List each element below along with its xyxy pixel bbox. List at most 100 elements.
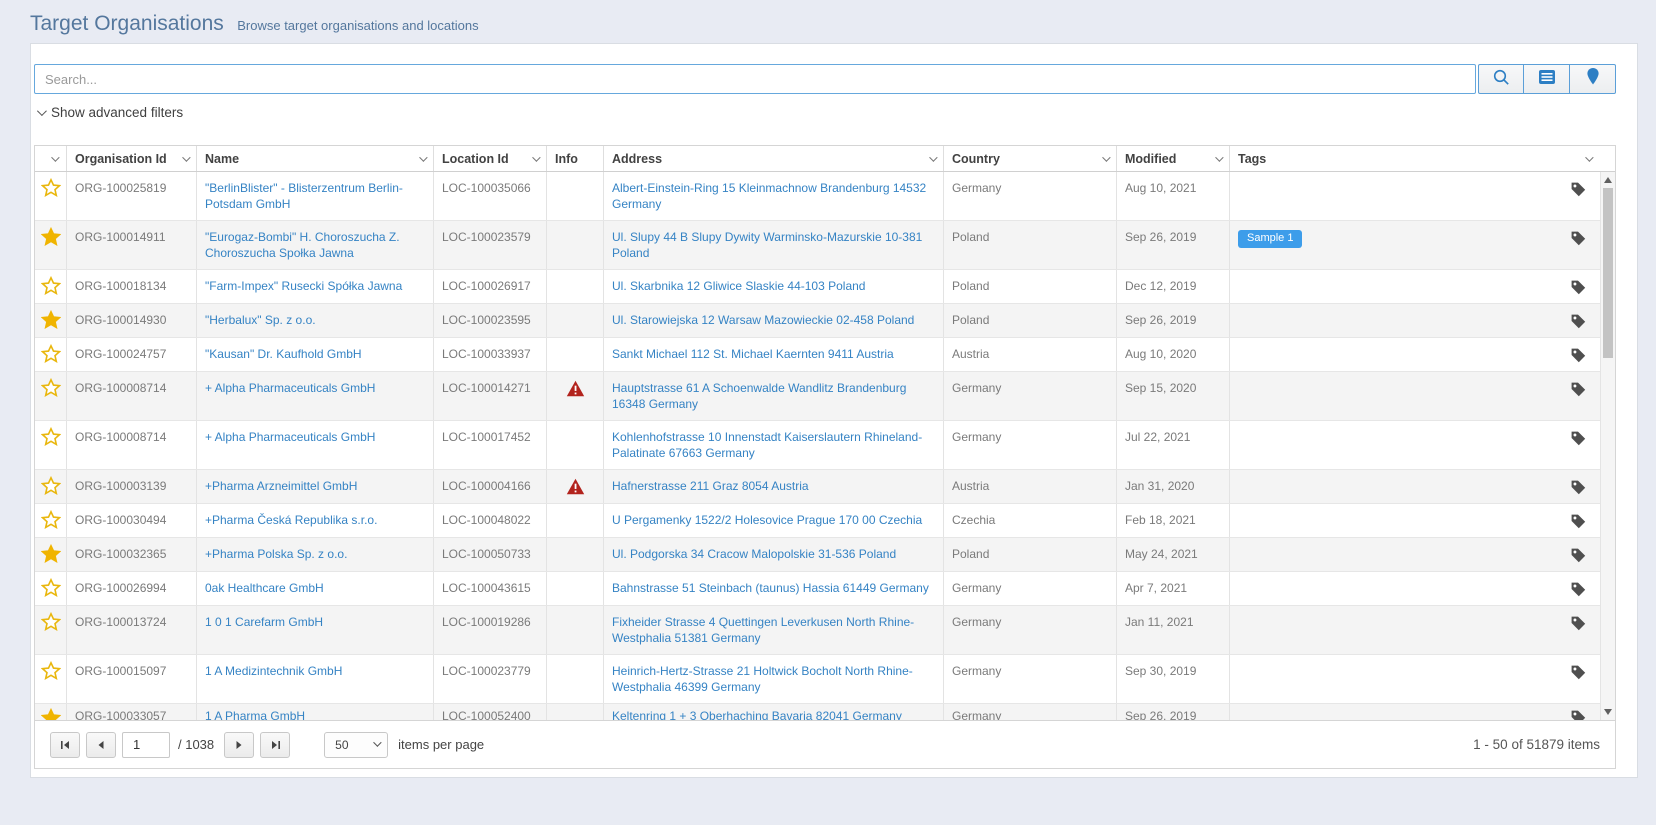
address-link[interactable]: Keltenring 1 + 3 Oberhaching Bavaria 820… <box>612 709 902 720</box>
table-row[interactable]: ORG-100008714 + Alpha Pharmaceuticals Gm… <box>35 421 1600 470</box>
column-header-organisation-id[interactable]: Organisation Id <box>67 146 197 171</box>
favorite-star-icon[interactable] <box>41 427 61 446</box>
address-link[interactable]: Fixheider Strasse 4 Quettingen Leverkuse… <box>612 615 914 645</box>
table-row[interactable]: ORG-100003139 +Pharma Arzneimittel GmbH … <box>35 470 1600 504</box>
favorite-star-icon[interactable] <box>41 178 61 197</box>
table-row[interactable]: ORG-100008714 + Alpha Pharmaceuticals Gm… <box>35 372 1600 421</box>
table-row[interactable]: ORG-100032365 +Pharma Polska Sp. z o.o. … <box>35 538 1600 572</box>
column-menu-icon[interactable] <box>51 153 59 161</box>
tag-icon[interactable] <box>1570 513 1586 529</box>
tag-icon[interactable] <box>1570 381 1586 397</box>
vertical-scrollbar[interactable] <box>1600 172 1615 720</box>
address-link[interactable]: Albert-Einstein-Ring 15 Kleinmachnow Bra… <box>612 181 926 211</box>
tag-icon[interactable] <box>1570 664 1586 680</box>
table-view-button[interactable] <box>1524 64 1570 94</box>
page-number-input[interactable] <box>122 732 170 758</box>
search-input[interactable] <box>34 64 1476 94</box>
column-menu-icon[interactable] <box>419 153 427 161</box>
tag-icon[interactable] <box>1570 347 1586 363</box>
tag-icon[interactable] <box>1570 581 1586 597</box>
organisation-name-link[interactable]: "Kausan" Dr. Kaufhold GmbH <box>205 347 362 361</box>
column-menu-icon[interactable] <box>929 153 937 161</box>
table-row[interactable]: ORG-100018134 "Farm-Impex" Rusecki Spółk… <box>35 270 1600 304</box>
column-header-location-id[interactable]: Location Id <box>434 146 547 171</box>
favorite-star-icon[interactable] <box>41 310 61 329</box>
favorite-star-icon[interactable] <box>41 612 61 631</box>
next-page-button[interactable] <box>224 732 254 758</box>
organisation-name-link[interactable]: 1 0 1 Carefarm GmbH <box>205 615 323 629</box>
column-header-address[interactable]: Address <box>604 146 944 171</box>
favorite-star-icon[interactable] <box>41 578 61 597</box>
favorite-star-icon[interactable] <box>41 510 61 529</box>
first-page-button[interactable] <box>50 732 80 758</box>
address-link[interactable]: Ul. Podgorska 34 Cracow Malopolskie 31-5… <box>612 547 896 561</box>
organisation-name-link[interactable]: "Farm-Impex" Rusecki Spółka Jawna <box>205 279 402 293</box>
table-row[interactable]: ORG-100014930 "Herbalux" Sp. z o.o. LOC-… <box>35 304 1600 338</box>
address-link[interactable]: Ul. Slupy 44 B Slupy Dywity Warminsko-Ma… <box>612 230 922 260</box>
favorite-star-icon[interactable] <box>41 378 61 397</box>
tag-icon[interactable] <box>1570 313 1586 329</box>
last-page-button[interactable] <box>260 732 290 758</box>
page-size-select[interactable]: 50 <box>324 732 388 758</box>
table-row[interactable]: ORG-100014911 "Eurogaz-Bombi" H. Chorosz… <box>35 221 1600 270</box>
address-link[interactable]: Kohlenhofstrasse 10 Innenstadt Kaisersla… <box>612 430 922 460</box>
address-link[interactable]: Hafnerstrasse 211 Graz 8054 Austria <box>612 479 809 493</box>
address-link[interactable]: U Pergamenky 1522/2 Holesovice Prague 17… <box>612 513 922 527</box>
tag-icon[interactable] <box>1570 230 1586 246</box>
column-header-tags[interactable]: Tags <box>1230 146 1615 171</box>
address-link[interactable]: Heinrich-Hertz-Strasse 21 Holtwick Bocho… <box>612 664 913 694</box>
tag-icon[interactable] <box>1570 181 1586 197</box>
table-row[interactable]: ORG-100024757 "Kausan" Dr. Kaufhold GmbH… <box>35 338 1600 372</box>
address-link[interactable]: Ul. Skarbnika 12 Gliwice Slaskie 44-103 … <box>612 279 865 293</box>
organisation-name-link[interactable]: "Eurogaz-Bombi" H. Choroszucha Z. Choros… <box>205 230 400 260</box>
tag-icon[interactable] <box>1570 709 1586 720</box>
table-row[interactable]: ORG-100033057 1 A Pharma GmbH LOC-100052… <box>35 704 1600 720</box>
table-row[interactable]: ORG-100013724 1 0 1 Carefarm GmbH LOC-10… <box>35 606 1600 655</box>
tag-icon[interactable] <box>1570 479 1586 495</box>
column-header-info[interactable]: Info <box>547 146 604 171</box>
column-menu-icon[interactable] <box>182 153 190 161</box>
tag-icon[interactable] <box>1570 615 1586 631</box>
column-header-name[interactable]: Name <box>197 146 434 171</box>
organisation-name-link[interactable]: +Pharma Česká Republika s.r.o. <box>205 513 377 527</box>
scrollbar-thumb[interactable] <box>1603 188 1613 358</box>
tag-icon[interactable] <box>1570 547 1586 563</box>
column-menu-icon[interactable] <box>1102 153 1110 161</box>
favorite-star-icon[interactable] <box>41 708 61 720</box>
organisation-name-link[interactable]: "BerlinBlister" - Blisterzentrum Berlin-… <box>205 181 403 211</box>
advanced-filters-toggle[interactable]: Show advanced filters <box>37 105 183 120</box>
column-header-country[interactable]: Country <box>944 146 1117 171</box>
favorite-star-icon[interactable] <box>41 476 61 495</box>
organisation-name-link[interactable]: +Pharma Arzneimittel GmbH <box>205 479 357 493</box>
table-row[interactable]: ORG-100030494 +Pharma Česká Republika s.… <box>35 504 1600 538</box>
favorite-star-icon[interactable] <box>41 227 61 246</box>
column-header-favorite[interactable] <box>35 146 67 171</box>
address-link[interactable]: Ul. Starowiejska 12 Warsaw Mazowieckie 0… <box>612 313 914 327</box>
table-row[interactable]: ORG-100025819 "BerlinBlister" - Blisterz… <box>35 172 1600 221</box>
search-button[interactable] <box>1478 64 1524 94</box>
favorite-star-icon[interactable] <box>41 276 61 295</box>
previous-page-button[interactable] <box>86 732 116 758</box>
address-link[interactable]: Sankt Michael 112 St. Michael Kaernten 9… <box>612 347 894 361</box>
column-menu-icon[interactable] <box>1585 153 1593 161</box>
column-header-modified[interactable]: Modified <box>1117 146 1230 171</box>
organisation-name-link[interactable]: 1 A Pharma GmbH <box>205 709 305 720</box>
tag-icon[interactable] <box>1570 430 1586 446</box>
favorite-star-icon[interactable] <box>41 661 61 680</box>
organisation-name-link[interactable]: + Alpha Pharmaceuticals GmbH <box>205 430 375 444</box>
organisation-name-link[interactable]: + Alpha Pharmaceuticals GmbH <box>205 381 375 395</box>
map-view-button[interactable] <box>1570 64 1616 94</box>
tag-icon[interactable] <box>1570 279 1586 295</box>
column-menu-icon[interactable] <box>532 153 540 161</box>
organisation-name-link[interactable]: +Pharma Polska Sp. z o.o. <box>205 547 347 561</box>
organisation-name-link[interactable]: 1 A Medizintechnik GmbH <box>205 664 342 678</box>
organisation-name-link[interactable]: 0ak Healthcare GmbH <box>205 581 324 595</box>
scroll-down-icon[interactable] <box>1604 709 1612 715</box>
scroll-up-icon[interactable] <box>1604 177 1612 183</box>
table-row[interactable]: ORG-100015097 1 A Medizintechnik GmbH LO… <box>35 655 1600 704</box>
table-row[interactable]: ORG-100026994 0ak Healthcare GmbH LOC-10… <box>35 572 1600 606</box>
favorite-star-icon[interactable] <box>41 344 61 363</box>
column-menu-icon[interactable] <box>1215 153 1223 161</box>
favorite-star-icon[interactable] <box>41 544 61 563</box>
address-link[interactable]: Hauptstrasse 61 A Schoenwalde Wandlitz B… <box>612 381 906 411</box>
